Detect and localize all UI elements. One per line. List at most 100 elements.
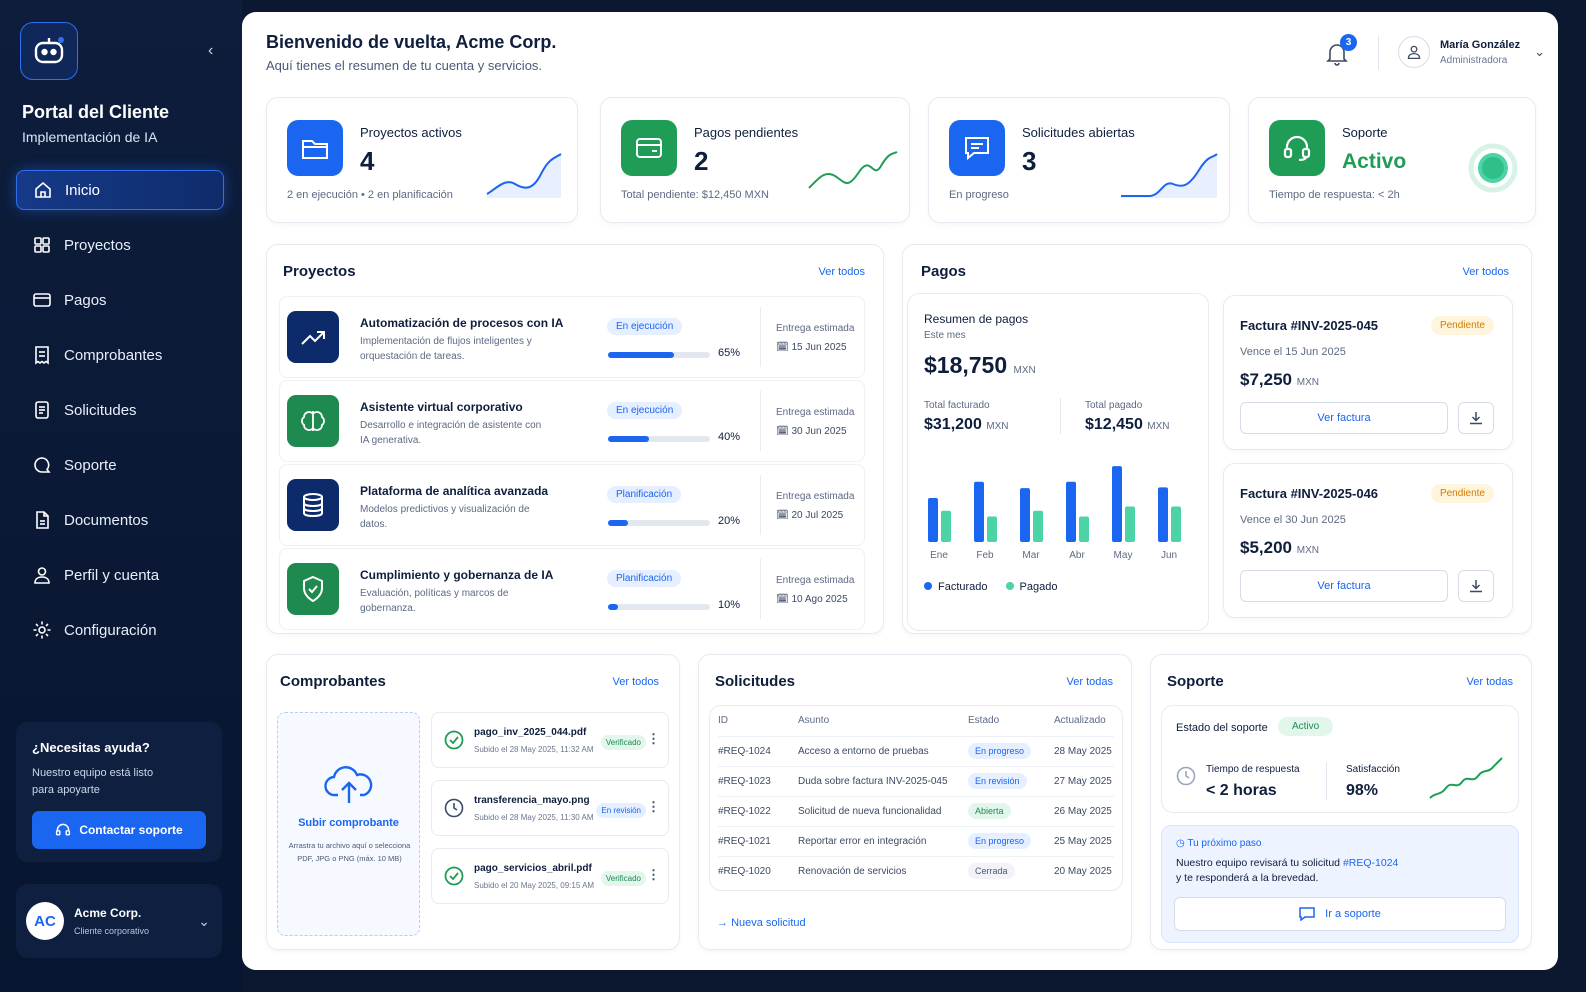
delivery-date: 🗓 30 Jun 2025 (776, 426, 847, 437)
paid-label: Total pagado (1085, 400, 1143, 411)
headset-icon (1269, 120, 1325, 176)
chat-icon (949, 120, 1005, 176)
requests-table-wrap: ID Asunto Estado Actualizado #REQ-1024 Ac… (709, 705, 1123, 891)
divider (760, 559, 761, 619)
status-badge: En ejecución (607, 402, 683, 419)
status-badge: Pendiente (1430, 316, 1494, 335)
sidebar: ‹ Portal del Cliente Implementación de I… (0, 0, 242, 992)
sidebar-item-label: Pagos (64, 291, 107, 309)
status-badge: Abierta (968, 803, 1011, 819)
account-switcher[interactable]: AC Acme Corp. Cliente corporativo ⌄ (16, 884, 222, 958)
billed-amount: $31,200 (924, 416, 982, 433)
download-icon[interactable] (1458, 570, 1494, 602)
sidebar-nav: Inicio Proyectos Pagos Comprobantes Soli… (16, 170, 224, 665)
bar-facturado-feb (974, 481, 984, 542)
sidebar-item-inicio[interactable]: Inicio (16, 170, 224, 210)
go-to-support-button[interactable]: Ir a soporte (1174, 897, 1506, 931)
view-all-projects-link[interactable]: Ver todos (819, 266, 865, 278)
tick-label: Abr (1069, 550, 1085, 561)
sidebar-item-label: Comprobantes (64, 346, 163, 364)
file-meta: Subido el 28 May 2025, 11:32 AM (474, 745, 594, 754)
view-all-receipts-link[interactable]: Ver todos (613, 676, 659, 688)
next-step-ref[interactable]: #REQ-1024 (1343, 857, 1398, 869)
collapse-icon[interactable]: ‹ (208, 42, 213, 60)
view-all-support-link[interactable]: Ver todas (1467, 676, 1513, 688)
progress-value: 65% (718, 347, 741, 359)
bar-facturado-mar (1020, 488, 1030, 542)
sidebar-item-soporte[interactable]: Soporte (16, 445, 224, 485)
sidebar-item-configuracion[interactable]: Configuración (16, 610, 224, 650)
summary-total: $18,750 MXN (924, 352, 1036, 379)
table-row[interactable]: #REQ-1022 Solicitud de nueva funcionalida… (718, 796, 1114, 826)
more-icon[interactable]: ⋮ (647, 731, 660, 747)
sparkline (1121, 153, 1218, 198)
divider (1326, 762, 1327, 800)
table-row[interactable]: #REQ-1020 Renovación de servicios Cerrada 2… (718, 856, 1114, 886)
delivery-date-value: 10 Ago 2025 (791, 594, 848, 605)
upload-title: Subir comprobante (298, 817, 399, 829)
view-all-payments-link[interactable]: Ver todos (1463, 266, 1509, 278)
request-subject: Acceso a entorno de pruebas (798, 745, 929, 757)
list-item[interactable]: Cumplimiento y gobernanza de IA Evaluaci… (279, 548, 865, 630)
status-badge: Pendiente (1430, 484, 1494, 503)
page-title: Bienvenido de vuelta, Acme Corp. (266, 32, 557, 52)
account-type: Cliente corporativo (74, 926, 150, 936)
download-icon[interactable] (1458, 402, 1494, 434)
list-item[interactable]: Automatización de procesos con IA Implem… (279, 296, 865, 378)
table-row[interactable]: #REQ-1024 Acceso a entorno de pruebas En p… (718, 736, 1114, 766)
tick-label: Mar (1022, 550, 1040, 561)
stat-card-projects[interactable]: Proyectos activos 4 2 en ejecución • 2 e… (266, 97, 578, 223)
bar-facturado-may (1112, 466, 1122, 542)
delivery-label: Entrega estimada (776, 323, 855, 334)
more-icon[interactable]: ⋮ (647, 867, 660, 883)
sidebar-item-solicitudes[interactable]: Solicitudes (16, 390, 224, 430)
view-invoice-button[interactable]: Ver factura (1240, 570, 1448, 602)
stat-value: 2 (694, 146, 709, 176)
sidebar-item-pagos[interactable]: Pagos (16, 280, 224, 320)
sidebar-item-perfil[interactable]: Perfil y cuenta (16, 555, 224, 595)
progress-value: 20% (718, 515, 741, 527)
sidebar-item-label: Documentos (64, 511, 149, 529)
list-item[interactable]: transferencia_mayo.png Subido el 28 May … (431, 780, 669, 836)
user-name: María González (1440, 38, 1521, 51)
sidebar-item-label: Configuración (64, 621, 157, 639)
support-status-card: Estado del soporte Activo Tiempo de resp… (1161, 705, 1519, 813)
project-name: Cumplimiento y gobernanza de IA (360, 568, 554, 582)
delivery-date: 🗓 20 Jul 2025 (776, 510, 843, 521)
sparkline (486, 153, 562, 198)
list-item[interactable]: Asistente virtual corporativo Desarrollo… (279, 380, 865, 462)
list-item[interactable]: pago_inv_2025_044.pdf Subido el 28 May 2… (431, 712, 669, 768)
section-title: Solicitudes (715, 673, 796, 690)
delivery-label: Entrega estimada (776, 407, 855, 418)
sidebar-item-documentos[interactable]: Documentos (16, 500, 224, 540)
invoice-amount: $5,200 MXN (1240, 538, 1319, 558)
list-item[interactable]: pago_servicios_abril.pdf Subido el 20 Ma… (431, 848, 669, 904)
user-menu[interactable]: María González Administradora ⌄ (1398, 36, 1545, 68)
avatar: AC (26, 902, 64, 940)
sidebar-item-proyectos[interactable]: Proyectos (16, 225, 224, 265)
new-request-link[interactable]: → Nueva solicitud (717, 917, 806, 929)
support-state-label: Estado del soporte (1176, 722, 1268, 734)
sidebar-item-label: Inicio (65, 181, 101, 199)
table-row[interactable]: #REQ-1021 Reportar error en integración En… (718, 826, 1114, 856)
status-badge: En progreso (968, 743, 1032, 759)
list-item[interactable]: Plataforma de analítica avanzada Modelos… (279, 464, 865, 546)
more-icon[interactable]: ⋮ (647, 799, 660, 815)
view-invoice-button[interactable]: Ver factura (1240, 402, 1448, 434)
satisfaction-value: 98% (1346, 782, 1379, 799)
table-row[interactable]: #REQ-1023 Duda sobre factura INV-2025-045… (718, 766, 1114, 796)
invoice-id: Factura #INV-2025-046 (1240, 486, 1379, 501)
divider (760, 475, 761, 535)
view-all-requests-link[interactable]: Ver todas (1067, 676, 1113, 688)
stat-card-payments[interactable]: Pagos pendientes 2 Total pendiente: $12,… (600, 97, 910, 223)
bar-pagado-feb (987, 516, 997, 542)
upload-dropzone[interactable]: Subir comprobante Arrastra tu archivo aq… (277, 712, 420, 936)
file-meta: Subido el 20 May 2025, 09:15 AM (474, 881, 595, 890)
contact-support-button[interactable]: Contactar soporte (32, 811, 206, 849)
stat-card-support[interactable]: Soporte Activo Tiempo de respuesta: < 2h (1248, 97, 1536, 223)
sidebar-item-comprobantes[interactable]: Comprobantes (16, 335, 224, 375)
project-desc: Desarrollo e integración de asistente co… (360, 420, 542, 446)
portal-subtitle: Implementación de IA (22, 129, 158, 145)
calendar-icon: 🗓 (776, 594, 789, 605)
stat-card-requests[interactable]: Solicitudes abiertas 3 En progreso (928, 97, 1230, 223)
